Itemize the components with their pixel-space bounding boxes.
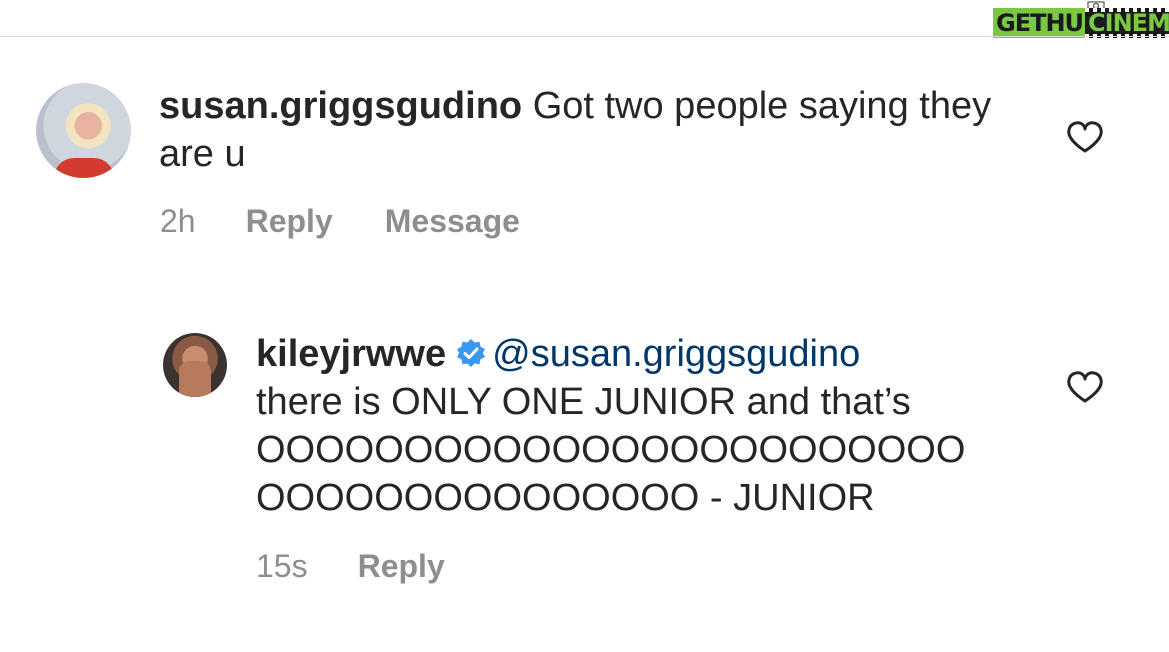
watermark-left-text: GETHU [993,8,1086,38]
avatar[interactable] [36,83,131,178]
comment-meta: 2h Reply Message [160,203,572,240]
reply-button[interactable]: Reply [358,548,445,585]
comment-mention[interactable]: @susan.griggsgudino [492,333,860,375]
watermark-right-text: CINEMA [1085,8,1169,38]
message-button[interactable]: Message [385,203,520,240]
comment-line: OOOOOOOOOOOOOOO - JUNIOR [256,477,875,519]
comment-body: kileyjrwwe @susan.griggsgudino there is … [256,330,1056,522]
avatar[interactable] [163,333,227,397]
comment-meta: 15s Reply [256,548,497,585]
comment-username[interactable]: kileyjrwwe [256,333,446,375]
verified-badge-icon [457,339,486,367]
comments-screen: GETHU CINEMA susan.griggsgudino Got two … [0,0,1169,652]
reply-button[interactable]: Reply [246,203,333,240]
heart-icon[interactable] [1066,120,1104,154]
comment-body: susan.griggsgudino Got two people saying… [159,82,1039,178]
heart-icon[interactable] [1066,370,1104,404]
watermark-logo: GETHU CINEMA [993,0,1169,44]
comment-time: 2h [160,203,196,239]
comment-line: there is ONLY ONE JUNIOR and that’s [256,381,911,423]
comment-line: OOOOOOOOOOOOOOOOOOOOOOOO [256,429,966,471]
top-divider [0,36,1169,37]
comment-time: 15s [256,548,308,584]
comment-username[interactable]: susan.griggsgudino [159,85,522,127]
